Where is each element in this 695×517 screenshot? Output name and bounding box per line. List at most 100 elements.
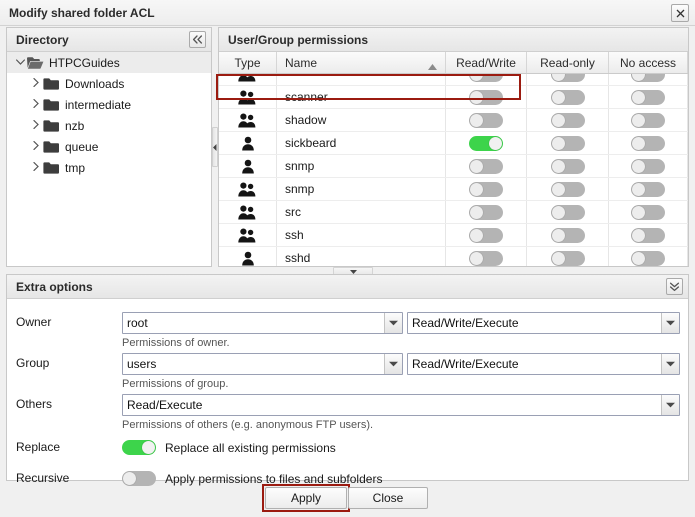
close-button[interactable]: Close [348, 487, 428, 509]
extra-options-form: Owner root Read/Write/Execute [7, 299, 688, 480]
replace-row: Replace Replace all existing permissions [7, 437, 688, 459]
table-row[interactable]: snmp [219, 178, 688, 201]
table-row[interactable]: sshd [219, 247, 688, 266]
permissions-table: Type Name Read/Write Read-only No access… [219, 52, 688, 266]
group-name-select[interactable]: users [122, 353, 403, 375]
directory-panel: Directory HTPCGuidesDownloadsintermediat… [6, 27, 212, 267]
no-access-toggle[interactable] [631, 90, 665, 105]
table-row[interactable]: sickbeard [219, 132, 688, 155]
replace-label: Replace [16, 440, 60, 454]
column-header-read-only[interactable]: Read-only [527, 52, 609, 73]
read-only-toggle[interactable] [551, 90, 585, 105]
row-name: src [277, 201, 446, 223]
no-access-toggle[interactable] [631, 159, 665, 174]
owner-name-select[interactable]: root [122, 312, 403, 334]
tree-item-htpcguides[interactable]: HTPCGuides [7, 52, 211, 73]
read-only-toggle-cell [527, 201, 609, 223]
read-write-toggle-cell [446, 132, 527, 154]
row-name: ssh [277, 224, 446, 246]
table-row[interactable]: src [219, 201, 688, 224]
tree-item-label: queue [65, 140, 98, 154]
chevron-right-icon[interactable] [29, 162, 43, 174]
chevron-down-icon[interactable] [13, 58, 27, 68]
tree-item-nzb[interactable]: nzb [7, 115, 211, 136]
read-write-toggle[interactable] [469, 136, 503, 151]
row-name: scanner [277, 86, 446, 108]
no-access-toggle[interactable] [631, 228, 665, 243]
read-only-toggle[interactable] [551, 205, 585, 220]
chevron-right-icon[interactable] [29, 141, 43, 153]
no-access-toggle-cell [609, 132, 688, 154]
chevron-right-icon[interactable] [29, 78, 43, 90]
no-access-toggle[interactable] [631, 182, 665, 197]
read-only-toggle[interactable] [551, 182, 585, 197]
others-hint: Permissions of others (e.g. anonymous FT… [122, 419, 373, 431]
row-name [277, 74, 446, 85]
read-only-toggle[interactable] [551, 251, 585, 266]
column-header-no-access[interactable]: No access [609, 52, 688, 73]
tree-item-queue[interactable]: queue [7, 136, 211, 157]
read-only-toggle-cell [527, 178, 609, 200]
read-write-toggle[interactable] [469, 74, 503, 82]
read-only-toggle-cell [527, 86, 609, 108]
no-access-toggle[interactable] [631, 74, 665, 82]
read-write-toggle-cell [446, 155, 527, 177]
table-row[interactable]: ssh [219, 224, 688, 247]
group-perm-select[interactable]: Read/Write/Execute [407, 353, 680, 375]
group-hint: Permissions of group. [122, 378, 228, 390]
no-access-toggle[interactable] [631, 205, 665, 220]
read-only-toggle[interactable] [551, 159, 585, 174]
owner-perm-select[interactable]: Read/Write/Execute [407, 312, 680, 334]
read-write-toggle[interactable] [469, 182, 503, 197]
directory-tree[interactable]: HTPCGuides Downloads intermediatenzb queue t… [7, 52, 211, 266]
read-write-toggle[interactable] [469, 90, 503, 105]
modify-acl-dialog: Modify shared folder ACL Directory HTPCG… [0, 0, 695, 517]
tree-item-downloads[interactable]: Downloads [7, 73, 211, 94]
read-only-toggle-cell [527, 109, 609, 131]
read-only-toggle-cell [527, 247, 609, 266]
tree-item-tmp[interactable]: tmp [7, 157, 211, 178]
read-only-toggle[interactable] [551, 74, 585, 82]
tree-item-label: Downloads [65, 77, 124, 91]
chevron-right-icon[interactable] [29, 120, 43, 132]
others-perm-select[interactable]: Read/Execute [122, 394, 680, 416]
double-chevron-down-icon[interactable] [666, 278, 683, 295]
owner-row: Owner root Read/Write/Execute [7, 312, 688, 334]
close-icon[interactable] [671, 4, 689, 22]
read-only-toggle[interactable] [551, 113, 585, 128]
column-header-type[interactable]: Type [219, 52, 277, 73]
double-chevron-left-icon[interactable] [189, 31, 206, 48]
read-write-toggle[interactable] [469, 113, 503, 128]
permissions-panel: User/Group permissions Type Name Read/Wr… [218, 27, 689, 267]
owner-perm-select-wrap: Read/Write/Execute [407, 312, 680, 334]
read-write-toggle[interactable] [469, 228, 503, 243]
apply-button[interactable]: Apply [265, 487, 347, 509]
read-write-toggle-cell [446, 109, 527, 131]
user-icon [219, 155, 277, 177]
read-write-toggle-cell [446, 247, 527, 266]
read-write-toggle[interactable] [469, 205, 503, 220]
table-row[interactable]: scanner [219, 86, 688, 109]
no-access-toggle-cell [609, 109, 688, 131]
no-access-toggle[interactable] [631, 136, 665, 151]
read-only-toggle[interactable] [551, 228, 585, 243]
table-row[interactable]: snmp [219, 155, 688, 178]
row-name: sickbeard [277, 132, 446, 154]
column-header-name[interactable]: Name [277, 52, 446, 73]
tree-item-intermediate[interactable]: intermediate [7, 94, 211, 115]
read-write-toggle[interactable] [469, 251, 503, 266]
read-write-toggle[interactable] [469, 159, 503, 174]
read-write-toggle-cell [446, 201, 527, 223]
chevron-right-icon[interactable] [29, 99, 43, 111]
no-access-toggle[interactable] [631, 251, 665, 266]
replace-toggle[interactable] [122, 440, 156, 455]
no-access-toggle-cell [609, 201, 688, 223]
user-icon [219, 247, 277, 266]
table-row[interactable]: shadow [219, 109, 688, 132]
no-access-toggle[interactable] [631, 113, 665, 128]
no-access-toggle-cell [609, 155, 688, 177]
column-header-read-write[interactable]: Read/Write [446, 52, 527, 73]
sort-ascending-icon [428, 59, 437, 73]
read-only-toggle[interactable] [551, 136, 585, 151]
table-row[interactable] [219, 74, 688, 86]
